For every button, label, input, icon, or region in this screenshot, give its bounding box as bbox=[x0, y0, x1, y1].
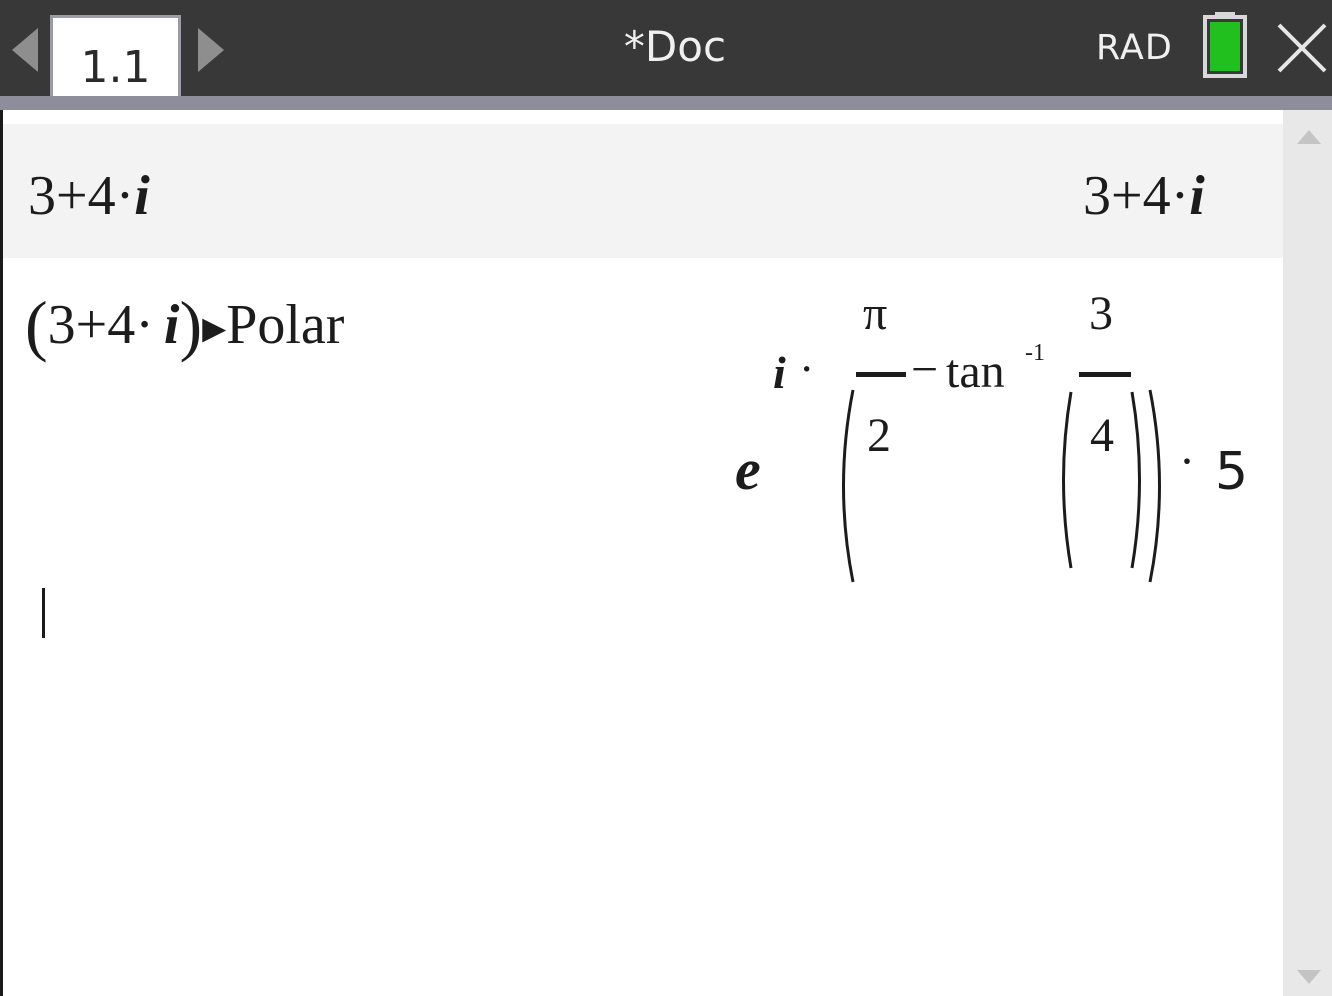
tan-function: tan bbox=[946, 345, 1005, 398]
title-underline bbox=[0, 96, 1332, 110]
open-paren: ( bbox=[25, 287, 48, 363]
history-entry[interactable]: (3+4· i)▸Polar e i · π 2 − tan -1 3 4 · … bbox=[3, 258, 1283, 583]
arrow-left-icon[interactable] bbox=[10, 28, 40, 72]
fraction-numerator: 3 bbox=[1089, 287, 1113, 340]
history-entry[interactable]: 3+4·i 3+4·i bbox=[3, 124, 1283, 258]
fraction-denominator: 4 bbox=[1090, 409, 1114, 462]
fraction-bar bbox=[1079, 372, 1131, 377]
imaginary-unit: i bbox=[163, 294, 180, 356]
multiply-dot: · bbox=[1179, 435, 1195, 488]
document-title: *Doc bbox=[623, 22, 727, 71]
entry-input: (3+4· i)▸Polar bbox=[25, 286, 344, 365]
close-icon[interactable] bbox=[1276, 22, 1328, 74]
fraction-numerator-pi: π bbox=[863, 287, 888, 340]
entry-input: 3+4·i bbox=[28, 164, 150, 228]
vertical-scrollbar[interactable] bbox=[1283, 110, 1332, 996]
exponent-dot: · bbox=[799, 343, 815, 394]
scroll-up-arrow-icon[interactable] bbox=[1296, 128, 1322, 146]
euler-e: e bbox=[735, 437, 761, 502]
calculator-history[interactable]: 3+4·i 3+4·i (3+4· i)▸Polar e i · π 2 − ta… bbox=[3, 110, 1283, 996]
exponent-i: i bbox=[773, 347, 786, 398]
result-text: 3+4· bbox=[1083, 165, 1190, 227]
fraction-bar bbox=[856, 372, 906, 377]
fraction-denominator: 2 bbox=[867, 409, 891, 462]
magnitude-value: 5 bbox=[1215, 442, 1249, 502]
battery-icon bbox=[1203, 12, 1247, 78]
inverse-superscript: -1 bbox=[1025, 340, 1045, 366]
imaginary-unit: i bbox=[134, 165, 150, 227]
arrow-right-icon[interactable] bbox=[196, 28, 226, 72]
expression-text: 3+4· bbox=[28, 165, 135, 227]
entry-output: 3+4·i bbox=[1083, 164, 1205, 228]
minus-sign: − bbox=[911, 343, 939, 396]
imaginary-unit: i bbox=[1189, 165, 1205, 227]
close-paren: ) bbox=[179, 287, 203, 363]
text-cursor bbox=[42, 588, 45, 638]
exponent-open-paren bbox=[842, 389, 855, 583]
convert-arrow-icon: ▸ bbox=[202, 299, 227, 355]
tab-label: 1.1 bbox=[80, 42, 151, 93]
tan-open-paren bbox=[1062, 391, 1073, 569]
exponent-close-paren bbox=[1148, 389, 1161, 583]
expression-text: 3+4· bbox=[47, 294, 154, 356]
scroll-down-arrow-icon[interactable] bbox=[1296, 968, 1322, 986]
polar-command: Polar bbox=[226, 294, 345, 356]
angle-mode-indicator: RAD bbox=[1096, 28, 1173, 68]
title-bar: 1.1 *Doc RAD bbox=[0, 0, 1332, 111]
